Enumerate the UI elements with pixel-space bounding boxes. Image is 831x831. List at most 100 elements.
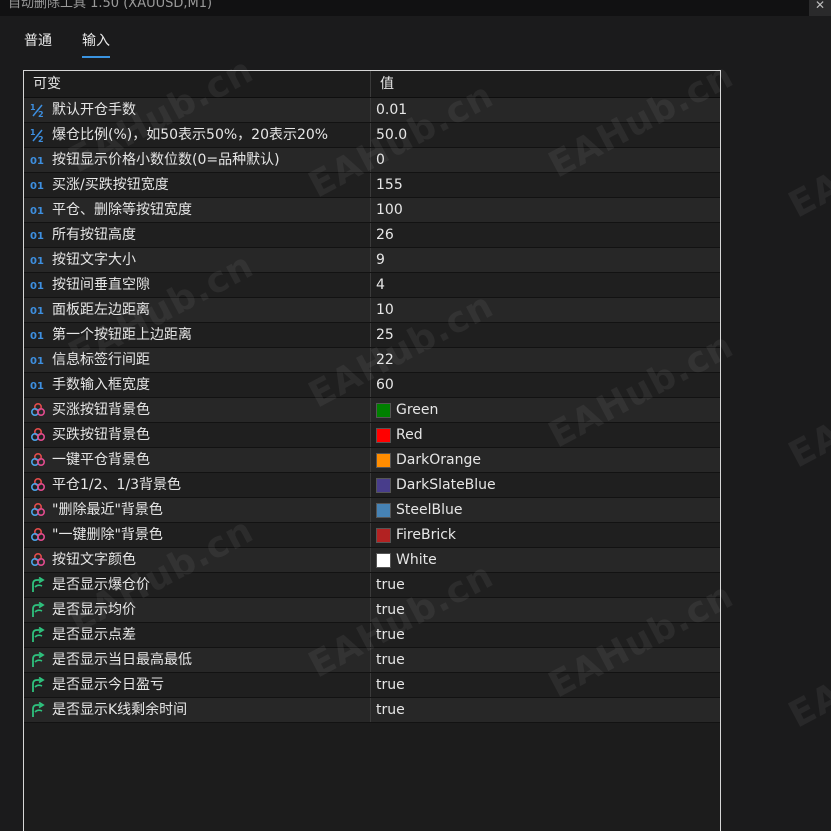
color-swatch[interactable] [376, 403, 391, 418]
tab-general[interactable]: 普通 [24, 30, 52, 50]
variable-cell[interactable]: 01 第一个按钮距上边距离 [24, 323, 371, 347]
value-cell[interactable]: 60 [372, 373, 720, 397]
table-row[interactable]: 是否显示爆仓价 true [24, 573, 720, 598]
table-row[interactable]: 是否显示K线剩余时间 true [24, 698, 720, 723]
variable-cell[interactable]: 01 买涨/买跌按钮宽度 [24, 173, 371, 197]
table-row[interactable]: 是否显示均价 true [24, 598, 720, 623]
value-cell[interactable]: DarkOrange [372, 448, 720, 472]
variable-cell[interactable]: 是否显示当日最高最低 [24, 648, 371, 672]
variable-cell[interactable]: 01 手数输入框宽度 [24, 373, 371, 397]
table-row[interactable]: 是否显示当日最高最低 true [24, 648, 720, 673]
variable-cell[interactable]: 01 所有按钮高度 [24, 223, 371, 247]
variable-name: 按钮间垂直空隙 [52, 277, 150, 293]
value-cell[interactable]: 50.0 [372, 123, 720, 147]
variable-cell[interactable]: 是否显示今日盈亏 [24, 673, 371, 697]
tab-inputs[interactable]: 输入 [82, 30, 110, 58]
variable-cell[interactable]: 01 面板距左边距离 [24, 298, 371, 322]
variable-name: "一键删除"背景色 [52, 527, 163, 543]
value-cell[interactable]: White [372, 548, 720, 572]
watermark-text: EAHub.cn [782, 94, 831, 227]
value-cell[interactable]: Green [372, 398, 720, 422]
table-row[interactable]: 1 2 爆仓比例(%)，如50表示50%，20表示20% 50.0 [24, 123, 720, 148]
variable-cell[interactable]: 01 按钮文字大小 [24, 248, 371, 272]
table-row[interactable]: 买涨按钮背景色 Green [24, 398, 720, 423]
variable-name: 第一个按钮距上边距离 [52, 327, 192, 343]
value-cell[interactable]: 0 [372, 148, 720, 172]
table-row[interactable]: 01 手数输入框宽度 60 [24, 373, 720, 398]
variable-cell[interactable]: 平仓1/2、1/3背景色 [24, 473, 371, 497]
value-cell[interactable]: FireBrick [372, 523, 720, 547]
table-row[interactable]: 01 信息标签行间距 22 [24, 348, 720, 373]
header-value[interactable]: 值 [372, 71, 720, 97]
table-row[interactable]: 01 所有按钮高度 26 [24, 223, 720, 248]
variable-cell[interactable]: 01 按钮显示价格小数位数(0=品种默认) [24, 148, 371, 172]
color-swatch[interactable] [376, 503, 391, 518]
color-swatch[interactable] [376, 428, 391, 443]
value-cell[interactable]: DarkSlateBlue [372, 473, 720, 497]
value-cell[interactable]: Red [372, 423, 720, 447]
table-row[interactable]: 平仓1/2、1/3背景色 DarkSlateBlue [24, 473, 720, 498]
value-cell[interactable]: 22 [372, 348, 720, 372]
variable-name: 买涨/买跌按钮宽度 [52, 177, 169, 193]
value-cell[interactable]: 9 [372, 248, 720, 272]
value-cell[interactable]: 10 [372, 298, 720, 322]
color-swatch[interactable] [376, 553, 391, 568]
table-row[interactable]: 是否显示今日盈亏 true [24, 673, 720, 698]
table-row[interactable]: 是否显示点差 true [24, 623, 720, 648]
variable-cell[interactable]: 一键平仓背景色 [24, 448, 371, 472]
close-icon[interactable]: ✕ [809, 0, 831, 16]
table-row[interactable]: 按钮文字颜色 White [24, 548, 720, 573]
color-value: FireBrick [396, 527, 457, 543]
table-row[interactable]: 01 平仓、删除等按钮宽度 100 [24, 198, 720, 223]
boolean-arrow-icon [30, 573, 46, 597]
value-cell[interactable]: true [372, 648, 720, 672]
variable-cell[interactable]: 01 平仓、删除等按钮宽度 [24, 198, 371, 222]
variable-cell[interactable]: 01 信息标签行间距 [24, 348, 371, 372]
variable-cell[interactable]: "删除最近"背景色 [24, 498, 371, 522]
color-swatch[interactable] [376, 453, 391, 468]
value-cell[interactable]: 0.01 [372, 98, 720, 122]
variable-name: 平仓、删除等按钮宽度 [52, 202, 192, 218]
table-row[interactable]: 01 面板距左边距离 10 [24, 298, 720, 323]
table-row[interactable]: "删除最近"背景色 SteelBlue [24, 498, 720, 523]
value-cell[interactable]: true [372, 573, 720, 597]
value-cell[interactable]: true [372, 698, 720, 722]
table-row[interactable]: 01 第一个按钮距上边距离 25 [24, 323, 720, 348]
variable-cell[interactable]: 是否显示K线剩余时间 [24, 698, 371, 722]
table-row[interactable]: "一键删除"背景色 FireBrick [24, 523, 720, 548]
value-cell[interactable]: true [372, 598, 720, 622]
variable-cell[interactable]: 1 2 爆仓比例(%)，如50表示50%，20表示20% [24, 123, 371, 147]
color-swatch[interactable] [376, 478, 391, 493]
table-row[interactable]: 买跌按钮背景色 Red [24, 423, 720, 448]
table-row[interactable]: 01 按钮文字大小 9 [24, 248, 720, 273]
variable-cell[interactable]: 是否显示爆仓价 [24, 573, 371, 597]
value-cell[interactable]: 26 [372, 223, 720, 247]
variable-cell[interactable]: 1 2 默认开仓手数 [24, 98, 371, 122]
table-row[interactable]: 一键平仓背景色 DarkOrange [24, 448, 720, 473]
variable-name: "删除最近"背景色 [52, 502, 163, 518]
value-text: true [376, 602, 405, 618]
value-cell[interactable]: 25 [372, 323, 720, 347]
value-cell[interactable]: 155 [372, 173, 720, 197]
value-cell[interactable]: 100 [372, 198, 720, 222]
value-cell[interactable]: true [372, 673, 720, 697]
table-row[interactable]: 01 按钮显示价格小数位数(0=品种默认) 0 [24, 148, 720, 173]
value-cell[interactable]: SteelBlue [372, 498, 720, 522]
table-row[interactable]: 01 按钮间垂直空隙 4 [24, 273, 720, 298]
header-variable[interactable]: 可变 [24, 71, 371, 97]
variable-cell[interactable]: 是否显示点差 [24, 623, 371, 647]
inputs-table: 可变 值 1 2 默认开仓手数 0.01 1 2 爆仓比例(%)，如50表示50%，20表示… [23, 70, 721, 831]
value-text: 0.01 [376, 102, 408, 118]
variable-name: 平仓1/2、1/3背景色 [52, 477, 182, 493]
variable-cell[interactable]: "一键删除"背景色 [24, 523, 371, 547]
value-cell[interactable]: true [372, 623, 720, 647]
variable-cell[interactable]: 买跌按钮背景色 [24, 423, 371, 447]
variable-cell[interactable]: 买涨按钮背景色 [24, 398, 371, 422]
table-row[interactable]: 01 买涨/买跌按钮宽度 155 [24, 173, 720, 198]
table-row[interactable]: 1 2 默认开仓手数 0.01 [24, 98, 720, 123]
variable-cell[interactable]: 是否显示均价 [24, 598, 371, 622]
color-swatch[interactable] [376, 528, 391, 543]
variable-cell[interactable]: 按钮文字颜色 [24, 548, 371, 572]
variable-cell[interactable]: 01 按钮间垂直空隙 [24, 273, 371, 297]
value-cell[interactable]: 4 [372, 273, 720, 297]
